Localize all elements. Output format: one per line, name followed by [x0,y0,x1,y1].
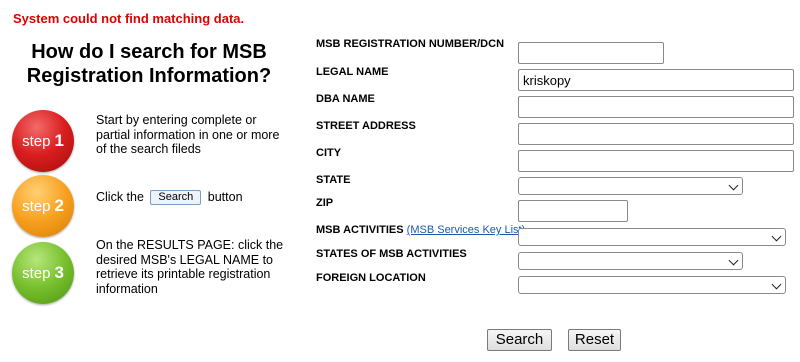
msb-activities-label: MSB ACTIVITIES (MSB Services Key List) [316,224,525,236]
step-2-badge-number: 2 [54,196,64,215]
foreign-location-select[interactable] [518,276,786,294]
registration-number-input[interactable] [518,42,664,64]
msb-services-key-list-link[interactable]: (MSB Services Key List) [407,224,526,236]
state-select[interactable] [518,177,743,195]
step-2-badge-word: step [22,197,51,215]
state-label: STATE [316,174,351,186]
zip-label: ZIP [316,197,334,209]
step-2-example-search-button: Search [150,190,202,205]
registration-number-label: MSB REGISTRATION NUMBER/DCN [316,38,505,50]
step-1-badge-word: step [22,132,51,150]
step-2-text-after: button [207,190,243,204]
step-3-badge-number: 3 [54,263,64,282]
states-of-activities-label: STATES OF MSB ACTIVITIES [316,248,467,260]
chevron-down-icon [771,231,782,242]
chevron-down-icon [728,180,739,191]
error-message: System could not find matching data. [13,11,245,26]
dba-name-label: DBA NAME [316,93,375,105]
chevron-down-icon [771,279,782,290]
legal-name-input[interactable] [518,69,794,91]
zip-input[interactable] [518,200,628,222]
dba-name-input[interactable] [518,96,794,118]
step-2-icon: step 2 [12,175,74,237]
step-3-badge-word: step [22,264,51,282]
states-of-activities-select[interactable] [518,252,743,270]
city-label: CITY [316,147,342,159]
street-address-input[interactable] [518,123,794,145]
step-3-text: On the RESULTS PAGE: click the desired M… [96,238,284,296]
step-3-icon: step 3 [12,242,74,304]
street-address-label: STREET ADDRESS [316,120,416,132]
msb-activities-select[interactable] [518,228,786,246]
step-2-text-before: Click the [96,190,144,204]
legal-name-label: LEGAL NAME [316,66,389,78]
step-2-text: Click the Search button [96,190,243,205]
search-button[interactable]: Search [487,329,552,351]
reset-button[interactable]: Reset [568,329,621,351]
foreign-location-label: FOREIGN LOCATION [316,272,426,284]
step-1-text: Start by entering complete or partial in… [96,113,280,156]
chevron-down-icon [728,255,739,266]
help-title: How do I search for MSB Registration Inf… [26,41,272,87]
msb-activities-label-text: MSB ACTIVITIES [316,224,404,236]
step-1-icon: step 1 [12,110,74,172]
step-1-badge-number: 1 [54,131,64,150]
city-input[interactable] [518,150,794,172]
